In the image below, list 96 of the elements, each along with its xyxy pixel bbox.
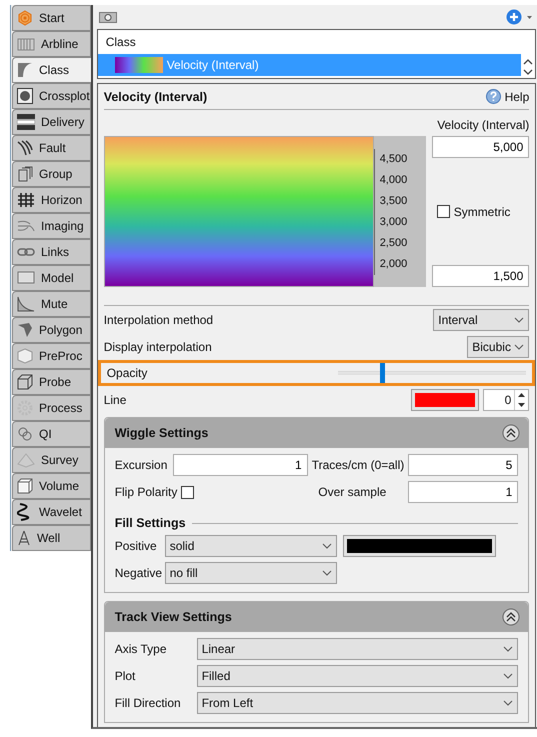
field-label: Opacity xyxy=(106,366,148,380)
field-label: Negative xyxy=(114,566,161,580)
traces-field[interactable]: 5 xyxy=(408,454,518,476)
polygon-icon xyxy=(17,322,33,338)
field-label: Positive xyxy=(114,539,158,553)
field-label: Line xyxy=(104,392,126,406)
columns-icon xyxy=(17,37,35,51)
subsection-title: Fill Settings xyxy=(114,516,186,530)
scale-tick-label: 3,500 xyxy=(374,191,408,212)
display-interpolation-dropdown[interactable]: Bicubic xyxy=(467,336,530,358)
wire-cube-icon xyxy=(17,374,33,390)
field-label: Axis Type xyxy=(114,642,168,656)
curve-shape-icon xyxy=(17,62,33,78)
concentric-circles-icon xyxy=(17,10,33,26)
positive-color-swatch[interactable] xyxy=(342,535,496,557)
panel-title: Velocity (Interval) xyxy=(104,90,208,104)
scale-tick-label: 3,000 xyxy=(374,212,408,233)
over-sample-field[interactable]: 1 xyxy=(408,481,518,503)
chevron-down-icon xyxy=(514,344,524,350)
cube-icon xyxy=(17,348,33,364)
sidebar-tab[interactable]: Crossplot xyxy=(12,83,91,109)
slider-thumb[interactable] xyxy=(380,363,384,383)
link-icon xyxy=(17,246,35,258)
field-label: Traces/cm (0=all) xyxy=(312,458,404,472)
lines-icon xyxy=(17,219,35,233)
help-link[interactable]: Help xyxy=(486,89,530,104)
positive-fill-dropdown[interactable]: solid xyxy=(164,535,337,557)
collapse-icon[interactable] xyxy=(502,424,520,442)
collapse-icon[interactable] xyxy=(502,608,520,626)
scale-tick-label: 4,000 xyxy=(374,170,408,191)
sidebar-tab[interactable]: Group xyxy=(12,161,91,187)
sidebar-tab[interactable]: Polygon xyxy=(12,317,91,343)
scatter-icon xyxy=(17,88,33,104)
tower-icon xyxy=(17,530,31,546)
layers-icon xyxy=(17,114,35,130)
sidebar-tab[interactable]: Well xyxy=(12,525,91,551)
chevron-down-icon xyxy=(503,673,514,679)
camera-icon[interactable] xyxy=(98,11,117,23)
scale-tick-label: 4,500 xyxy=(374,149,408,170)
grid-icon xyxy=(17,192,35,208)
stack-icon xyxy=(17,166,33,182)
sidebar-tab[interactable]: QI xyxy=(12,421,91,447)
sidebar-tab[interactable]: Class xyxy=(12,57,92,83)
symmetric-checkbox[interactable] xyxy=(436,205,450,218)
sidebar-tab[interactable]: Process xyxy=(12,395,91,421)
sidebar-tab[interactable]: Survey xyxy=(12,447,91,473)
track-view-dropdown[interactable]: Filled xyxy=(196,665,518,687)
chevron-down-icon xyxy=(514,316,524,322)
checkbox-label: Symmetric xyxy=(454,204,510,218)
sidebar-tab[interactable]: Delivery xyxy=(12,109,91,135)
help-icon xyxy=(486,89,501,104)
sidebar-tab[interactable]: Imaging xyxy=(12,213,91,239)
sidebar-tab[interactable]: Mute xyxy=(12,291,91,317)
max-value-field[interactable]: 5,000 xyxy=(432,136,530,158)
field-label: Display interpolation xyxy=(104,340,212,354)
section-title: Track View Settings xyxy=(114,610,232,624)
sidebar-tab[interactable]: Volume xyxy=(12,473,91,499)
list-header: Class xyxy=(104,34,137,51)
box-icon xyxy=(17,478,33,494)
interpolation-dropdown[interactable]: Interval xyxy=(433,308,530,330)
add-icon[interactable] xyxy=(506,9,534,25)
flip-polarity-checkbox[interactable] xyxy=(181,486,194,498)
scale-tick-label: 2,500 xyxy=(374,233,408,254)
track-view-dropdown[interactable]: From Left xyxy=(196,692,518,714)
color-ramp-icon xyxy=(114,57,163,73)
circles-icon xyxy=(17,426,33,442)
excursion-field[interactable]: 1 xyxy=(172,454,308,476)
chevron-down-icon xyxy=(503,646,514,652)
scale-tick-label: 2,000 xyxy=(374,254,408,275)
sidebar-tab[interactable]: Links xyxy=(12,239,91,265)
min-value-field[interactable]: 1,500 xyxy=(432,265,530,287)
sidebar-tab[interactable]: Horizon xyxy=(12,187,91,213)
field-label: Interpolation method xyxy=(104,312,214,326)
field-label: Plot xyxy=(114,669,136,683)
section-title: Wiggle Settings xyxy=(114,426,208,440)
negative-fill-dropdown[interactable]: no fill xyxy=(164,562,337,584)
line-width-spinner[interactable]: 0 xyxy=(483,388,530,410)
field-label: Over sample xyxy=(318,485,388,499)
fault-lines-icon xyxy=(17,140,33,156)
chevron-down-icon xyxy=(503,700,514,706)
sidebar-tab[interactable]: Fault xyxy=(12,135,91,161)
chevron-down-icon xyxy=(322,570,332,576)
sidebar-tab[interactable]: Probe xyxy=(12,369,91,395)
sidebar-tab[interactable]: Start xyxy=(12,5,91,31)
track-view-dropdown[interactable]: Linear xyxy=(196,638,518,660)
sidebar-tab[interactable]: Arbline xyxy=(12,31,91,57)
line-color-swatch[interactable] xyxy=(411,388,480,410)
field-label: Fill Direction xyxy=(114,696,182,710)
sidebar-tab[interactable]: PreProc xyxy=(12,343,91,369)
slope-icon xyxy=(17,296,35,312)
field-label: Excursion xyxy=(114,458,168,472)
chevron-down-icon xyxy=(322,543,332,549)
sidebar-tab[interactable]: Model xyxy=(12,265,91,291)
sidebar-tab[interactable]: Wavelet xyxy=(12,499,91,525)
field-label: Flip Polarity xyxy=(114,485,178,499)
colormap-name: Velocity (Interval) xyxy=(436,118,530,134)
